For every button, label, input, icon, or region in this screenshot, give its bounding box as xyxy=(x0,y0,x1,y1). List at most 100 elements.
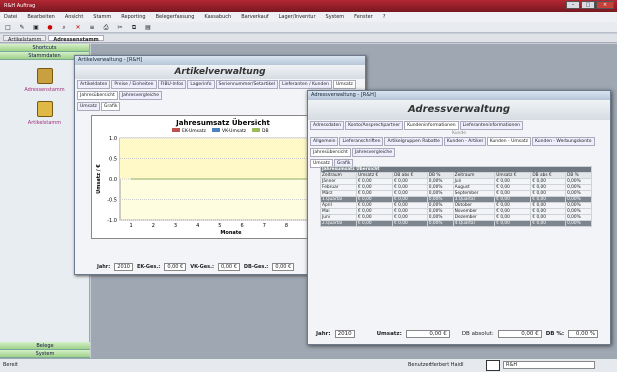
document-tabs: Artikelstamm Adressenstamm xyxy=(0,34,617,43)
y-tick-label: -1.0 xyxy=(107,218,117,224)
dbabs-value: 0,00 € xyxy=(497,330,542,338)
x-tick-label: 6 xyxy=(241,223,244,229)
umsatz-label: Umsatz: xyxy=(376,331,402,337)
table-cell: € 0,00 xyxy=(355,220,394,227)
artikel-tabs: Artikeldaten Preise / Einheiten FIBU-Infos… xyxy=(75,79,365,90)
menu-bar: Datei Bearbeiten Ansicht Stamm Reporting Bele… xyxy=(0,12,617,22)
table-cell: 4.Quartal xyxy=(452,220,496,227)
artikel-subtab-1[interactable]: Jahresvergleiche xyxy=(118,91,163,100)
menu-8[interactable]: Lager/Inventur xyxy=(279,14,316,20)
company-select[interactable]: R&H xyxy=(503,361,595,369)
dbp-label: DB %: xyxy=(545,331,565,337)
legend-label: EK-Umsatz xyxy=(182,128,206,134)
menu-5[interactable]: Belegerfassung xyxy=(156,14,195,20)
menu-4[interactable]: Reporting xyxy=(121,14,145,20)
x-tick-label: 2 xyxy=(152,223,155,229)
adress-subtab-0[interactable]: Allgemein xyxy=(310,137,339,146)
user-name: Herbert Haidl xyxy=(430,362,464,368)
print-icon[interactable]: ⎙ xyxy=(102,24,110,31)
cut-icon[interactable]: ✂ xyxy=(116,24,124,31)
save-icon[interactable]: ▣ xyxy=(32,24,40,31)
adr-jahr-label: Jahr: xyxy=(316,331,331,337)
x-tick-label: 4 xyxy=(196,223,199,229)
copy-icon[interactable]: ⧉ xyxy=(130,24,138,31)
artikel-viewtab-0[interactable]: Umsatz xyxy=(77,102,100,111)
menu-10[interactable]: Fenster xyxy=(354,14,373,20)
adress-tab-0[interactable]: Adressdaten xyxy=(310,121,345,130)
window-controls: – □ × xyxy=(566,1,614,9)
toolbar: □ ✎ ▣ ● ⌕ ✕ ≡ ⎙ ✂ ⧉ ▤ xyxy=(0,22,617,33)
artikel-tab-6[interactable]: Umsatz xyxy=(332,80,356,89)
adress-subtab-1[interactable]: Lieferanschriften xyxy=(339,137,384,146)
adress-yeartab-1[interactable]: Jahresvergleiche xyxy=(351,148,396,157)
sidebar-shortcuts[interactable]: Shortcuts xyxy=(0,44,89,52)
app-title: R&H Auftrag xyxy=(4,3,36,9)
x-tick-label: 1 xyxy=(130,223,133,229)
menu-0[interactable]: Datei xyxy=(4,14,17,20)
menu-6[interactable]: Kassabuch xyxy=(204,14,231,20)
delete-icon[interactable]: ● xyxy=(46,24,54,31)
artikel-tab-3[interactable]: Lagerinfo xyxy=(187,80,215,89)
status-text: Bereit xyxy=(3,362,18,368)
menu-2[interactable]: Ansicht xyxy=(65,14,83,20)
artikel-window-title: Artikelverwaltung - [R&H] xyxy=(75,56,365,65)
artikel-subtab-0[interactable]: Jahresübersicht xyxy=(77,91,118,100)
maximize-button[interactable]: □ xyxy=(581,1,595,9)
table-header-row: Zeitraum Umsatz € DB abs € DB % Zeitraum Umsa… xyxy=(320,172,592,179)
list-icon[interactable]: ≡ xyxy=(88,24,96,31)
table-cell: 0,00% xyxy=(565,220,592,227)
table-cell: 0,00% xyxy=(426,220,454,227)
artikel-tab-4[interactable]: Seriennummer/Setartikel xyxy=(215,80,278,89)
paste-icon[interactable]: ▤ xyxy=(144,24,152,31)
chart-title: Jahresumsatz Übersicht xyxy=(175,118,270,127)
sidebar-system[interactable]: System xyxy=(0,350,90,358)
sidebar-belege[interactable]: Belege xyxy=(0,342,90,350)
table-cell: € 0,00 xyxy=(530,220,567,227)
artikel-viewtab-1[interactable]: Grafik xyxy=(100,102,121,111)
adress-tab-3[interactable]: Lieferanteninformationen xyxy=(459,121,523,130)
adress-subtab-5[interactable]: Kunden - Werbungskonto xyxy=(532,137,595,146)
adress-subtab-2[interactable]: Artikelgruppen Rabatte xyxy=(384,137,443,146)
y-tick-label: 1.0 xyxy=(109,136,117,142)
x-tick-label: 8 xyxy=(285,223,288,229)
menu-3[interactable]: Stamm xyxy=(93,14,111,20)
adress-yeartab-0[interactable]: Jahresübersicht xyxy=(310,148,351,157)
adress-tab-2[interactable]: Kundeninformationen xyxy=(404,121,459,130)
jahr-input[interactable]: 2010 xyxy=(114,263,133,271)
dbp-value: 0,00 % xyxy=(568,330,599,338)
artikel-tab-1[interactable]: Preise / Einheiten xyxy=(111,80,157,89)
y-tick-label: -0.5 xyxy=(107,198,117,204)
umsatz-value: 0,00 € xyxy=(405,330,450,338)
legend-label: VK-Umsatz xyxy=(222,128,247,134)
artikel-tab-0[interactable]: Artikeldaten xyxy=(77,80,111,89)
status-bar: Bereit Benutzer: Herbert Haidl R&H xyxy=(0,358,617,372)
x-axis-label: Monate xyxy=(220,230,242,236)
table-row[interactable]: 2.Quartal € 0,00 € 0,00 0,00% 4.Quartal € 0,0… xyxy=(320,220,592,227)
company-logo-icon xyxy=(486,360,500,371)
tab-artikelstamm[interactable]: Artikelstamm xyxy=(3,35,47,43)
menu-7[interactable]: Barverkauf xyxy=(241,14,268,20)
minimize-button[interactable]: – xyxy=(566,1,580,9)
adress-subtab-3[interactable]: Kunden - Artikel xyxy=(443,137,486,146)
legend-swatch xyxy=(172,128,180,132)
x-tick-label: 7 xyxy=(263,223,266,229)
tab-adressenstamm[interactable]: Adressenstamm xyxy=(48,35,104,43)
artikel-tab-2[interactable]: FIBU-Infos xyxy=(157,80,187,89)
address-book-icon xyxy=(36,68,53,84)
wand-icon[interactable]: ✎ xyxy=(18,24,26,31)
x-tick-label: 5 xyxy=(218,223,221,229)
cancel-icon[interactable]: ✕ xyxy=(74,24,82,31)
new-icon[interactable]: □ xyxy=(4,24,12,31)
menu-11[interactable]: ? xyxy=(383,14,386,20)
menu-9[interactable]: System xyxy=(326,14,345,20)
artikel-tab-5[interactable]: Lieferanten / Kunden xyxy=(278,80,332,89)
close-button[interactable]: × xyxy=(596,1,614,9)
adress-tab-1[interactable]: Konto/Ansprechpartner xyxy=(345,121,404,130)
vk-value: 0,00 € xyxy=(217,263,240,271)
adress-tabs: Adressdaten Konto/Ansprechpartner Kundenin… xyxy=(308,120,610,131)
dbabs-label: DB absolut: xyxy=(461,331,494,337)
search-icon[interactable]: ⌕ xyxy=(60,24,68,31)
adr-jahr-input[interactable]: 2010 xyxy=(334,330,355,338)
menu-1[interactable]: Bearbeiten xyxy=(27,14,54,20)
adress-subtab-4[interactable]: Kunden - Umsatz xyxy=(486,137,532,146)
